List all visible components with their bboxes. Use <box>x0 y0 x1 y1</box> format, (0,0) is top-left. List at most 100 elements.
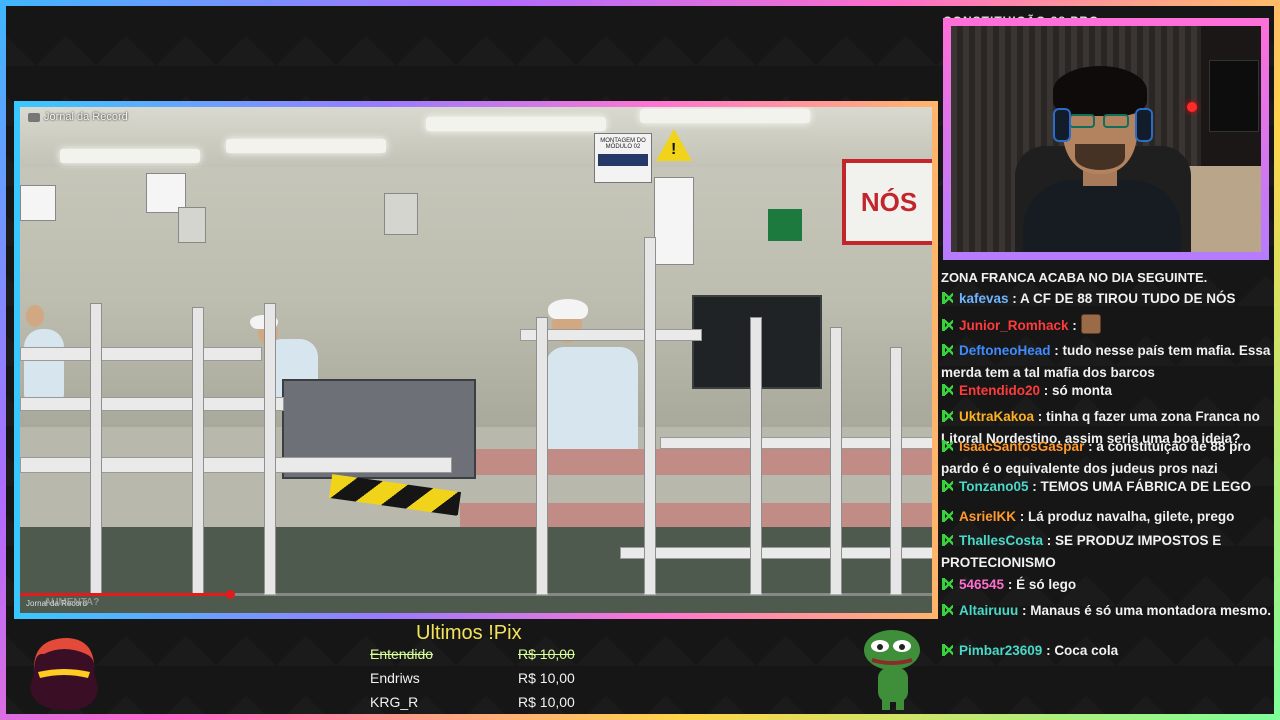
chat-username[interactable]: IsaacSantosGaspar <box>959 439 1084 454</box>
headphone-icon <box>1135 108 1153 142</box>
module-sign: MONTAGEM DO MÓDULO 02 <box>594 133 652 183</box>
subscriber-badge-icon <box>941 534 953 546</box>
pix-title: Ultimos !Pix <box>416 622 522 644</box>
subscriber-badge-icon <box>941 384 953 396</box>
streamer-beard <box>1075 144 1125 170</box>
chat-message: Entendido20 : só monta <box>941 380 1273 402</box>
chat-username[interactable]: Entendido20 <box>959 383 1040 398</box>
chat-username[interactable]: kafevas <box>959 291 1009 306</box>
chat-message: Tonzano05 : TEMOS UMA FÁBRICA DE LEGO <box>941 476 1273 498</box>
rack-post <box>90 303 102 595</box>
rack-post <box>192 307 204 595</box>
subscriber-badge-icon <box>941 644 953 656</box>
webcam-feed <box>951 26 1261 252</box>
progress-handle[interactable] <box>225 590 235 599</box>
chat-username[interactable]: AsrielKK <box>959 509 1016 524</box>
chat-message: 546545 : É só lego <box>941 574 1273 596</box>
chat-text: Manaus é só uma montadora mesmo. <box>1030 603 1272 618</box>
ceiling-light <box>640 109 810 123</box>
chat-message: kafevas : A CF DE 88 TIROU TUDO DE NÓS <box>941 288 1273 310</box>
chat-username[interactable]: DeftoneoHead <box>959 343 1051 358</box>
chat-emote-icon <box>1080 314 1101 334</box>
video-player[interactable]: MONTAGEM DO MÓDULO 02 ! NÓS Jornal da Re… <box>20 107 932 613</box>
subscriber-badge-icon <box>941 578 953 590</box>
chat-panel: ZONA FRANCA ACABA NO DIA SEGUINTE. kafev… <box>941 240 1273 714</box>
exit-sign-icon <box>768 209 802 241</box>
chat-text: só monta <box>1052 383 1113 398</box>
nos-wall-sign: NÓS <box>842 159 932 245</box>
wall-sign <box>178 207 206 243</box>
pepe-emote-icon <box>862 628 922 712</box>
subscriber-badge-icon <box>941 480 953 492</box>
chat-text: A CF DE 88 TIROU TUDO DE NÓS <box>1020 291 1236 306</box>
worker-cap <box>548 299 588 319</box>
chat-username[interactable]: ThallesCosta <box>959 533 1043 548</box>
worker <box>546 347 638 457</box>
wall-sign <box>20 185 56 221</box>
worker <box>24 329 64 399</box>
headphone-icon <box>1053 108 1071 142</box>
chat-username[interactable]: Altairuuu <box>959 603 1018 618</box>
chat-message: AsrielKK : Lá produz navalha, gilete, pr… <box>941 506 1273 528</box>
subscriber-badge-icon <box>941 510 953 522</box>
rack-rail <box>620 547 932 559</box>
pix-amount: R$ 10,00 <box>518 670 575 686</box>
chat-username[interactable]: UktraKakoa <box>959 409 1034 424</box>
chat-text: TEMOS UMA FÁBRICA DE LEGO <box>1040 479 1252 494</box>
video-source-icon <box>28 112 40 122</box>
glasses-icon <box>1069 114 1131 130</box>
rack-post <box>644 237 656 595</box>
conveyor-belt <box>440 449 932 475</box>
channel-tag: Jornal da Record <box>28 111 128 123</box>
rack-post <box>890 347 902 595</box>
worker-head <box>26 305 44 327</box>
subscriber-badge-icon <box>941 292 953 304</box>
chat-text: Lá produz navalha, gilete, prego <box>1028 509 1235 524</box>
chat-partial-message: ZONA FRANCA ACABA NO DIA SEGUINTE. <box>941 267 1273 289</box>
subscriber-badge-icon <box>941 319 953 331</box>
chat-text: É só lego <box>1016 577 1077 592</box>
rack-post <box>264 303 276 595</box>
chat-message: Junior_Romhack : <box>941 314 1273 337</box>
chat-message: IsaacSantosGaspar : a constituição de 88… <box>941 439 1251 476</box>
chat-text: Coca cola <box>1054 643 1119 658</box>
pix-amount: R$ 10,00 <box>518 694 575 710</box>
pix-donor-name: Endriws <box>370 670 420 686</box>
chat-message: DeftoneoHead : tudo nesse país tem mafia… <box>941 343 1271 380</box>
chat-username[interactable]: 546545 <box>959 577 1004 592</box>
wall-sign <box>384 193 418 235</box>
progress-fill <box>20 593 230 596</box>
subscriber-badge-icon <box>941 440 953 452</box>
ceiling-light <box>226 139 386 153</box>
rack-post <box>830 327 842 595</box>
chat-message: ThallesCosta : SE PRODUZ IMPOSTOS E PROT… <box>941 533 1222 570</box>
subscriber-badge-icon <box>941 410 953 422</box>
rack-post <box>750 317 762 595</box>
hanging-placard <box>654 177 694 265</box>
channel-name: Jornal da Record <box>44 111 128 123</box>
rack-rail <box>20 347 262 361</box>
chat-username[interactable]: Pimbar23609 <box>959 643 1042 658</box>
streamer-avatar <box>24 632 104 712</box>
rack-post <box>536 317 548 595</box>
subscriber-badge-icon <box>941 344 953 356</box>
chat-text: ZONA FRANCA ACABA NO DIA SEGUINTE. <box>941 270 1208 285</box>
ceiling-light <box>60 149 200 163</box>
subscriber-badge-icon <box>941 604 953 616</box>
overlay-caption: AUMENTA? <box>44 597 100 608</box>
pix-donor-name: KRG_R <box>370 694 419 710</box>
background-tv <box>1209 60 1259 132</box>
chat-username[interactable]: Tonzano05 <box>959 479 1029 494</box>
chat-message: Pimbar23609 : Coca cola <box>941 640 1273 662</box>
chat-username[interactable]: Junior_Romhack <box>959 318 1069 333</box>
ceiling-light <box>426 117 606 131</box>
rack-rail <box>20 457 452 473</box>
video-progress-bar[interactable] <box>20 590 932 599</box>
rack-rail <box>20 397 284 411</box>
caution-stripes <box>328 474 462 516</box>
factory-floor <box>20 527 932 613</box>
red-light-icon <box>1187 102 1197 112</box>
chat-message: Altairuuu : Manaus é só uma montadora me… <box>941 600 1273 622</box>
pix-donor-name: Entendido <box>370 646 434 662</box>
pix-amount: R$ 10,00 <box>518 646 575 662</box>
